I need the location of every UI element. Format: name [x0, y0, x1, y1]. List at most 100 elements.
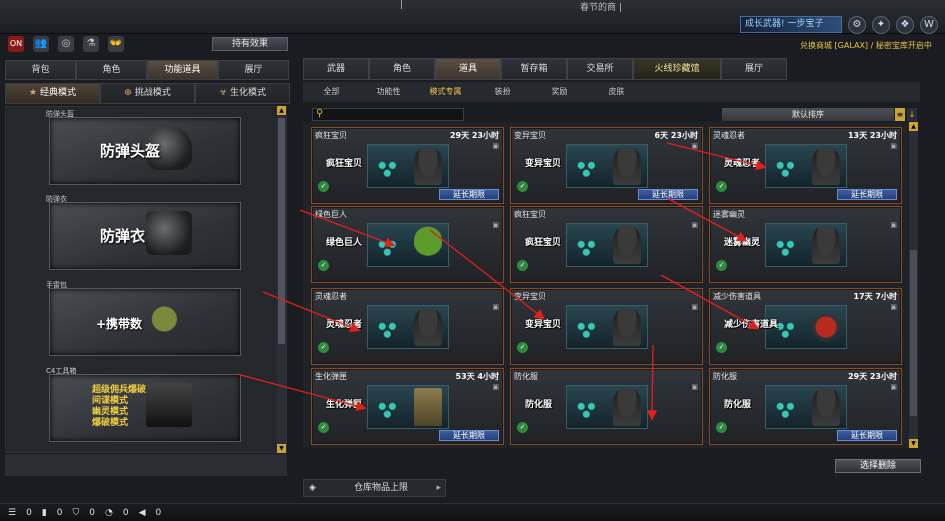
- chat-icon[interactable]: ◔: [105, 508, 113, 518]
- scroll-up-icon[interactable]: ▲: [909, 122, 918, 131]
- item-card[interactable]: 绿色巨人 ▣ 绿色巨人 ✓: [311, 206, 504, 283]
- equipped-check-icon[interactable]: ✓: [517, 342, 528, 353]
- settings-icon[interactable]: ⚙: [848, 16, 866, 34]
- character-icon: [613, 226, 641, 264]
- top-ticker-left: |: [400, 0, 404, 10]
- hands-icon[interactable]: 👐: [108, 36, 124, 52]
- target-icon[interactable]: ◎: [58, 36, 74, 52]
- category-card[interactable]: 防弹头盔: [49, 117, 241, 185]
- item-name: 变异宝贝: [514, 131, 546, 140]
- equipped-check-icon[interactable]: ✓: [716, 181, 727, 192]
- lock-icon: ▣: [691, 383, 698, 391]
- item-card[interactable]: 减少伤害道具 17天 7小时 ▣ 减少伤害道具 ✓: [709, 288, 902, 365]
- star-icon[interactable]: ✦: [872, 16, 890, 34]
- vest-icon: [146, 211, 192, 255]
- tab-backpack[interactable]: 背包: [5, 60, 76, 80]
- sort-order-icon[interactable]: ↓: [907, 108, 917, 121]
- potion-icon[interactable]: ⚗: [83, 36, 99, 52]
- grid-scrollbar[interactable]: ▲ ▼: [909, 122, 918, 448]
- tab-items[interactable]: 道具: [435, 58, 501, 80]
- tab-classic-mode[interactable]: ★ 经典模式: [5, 83, 100, 104]
- equipped-check-icon[interactable]: ✓: [517, 181, 528, 192]
- growth-weapon-badge[interactable]: 成长武器! 一步宝子: [740, 16, 842, 33]
- equipped-check-icon[interactable]: ✓: [318, 422, 329, 433]
- subtab-dressup[interactable]: 装扮: [474, 82, 531, 102]
- item-artwork: [566, 223, 648, 267]
- search-input[interactable]: ⚲: [312, 108, 464, 121]
- lock-icon: ▣: [492, 383, 499, 391]
- c4-mode-line: 幽灵模式: [92, 407, 129, 417]
- character-icon: [414, 388, 442, 426]
- tab-character[interactable]: 角色: [76, 60, 147, 80]
- item-artwork: [765, 385, 847, 429]
- scroll-thumb[interactable]: [278, 118, 285, 344]
- tab-exchange[interactable]: 交易所: [567, 58, 633, 80]
- equipped-check-icon[interactable]: ✓: [517, 260, 528, 271]
- storage-limit-bar[interactable]: ◈ 仓库物品上限 ▸: [303, 479, 446, 497]
- category-card[interactable]: +携带数: [49, 288, 241, 356]
- team-icon[interactable]: 👥: [33, 36, 49, 52]
- item-card[interactable]: 迷雾幽灵 ▣ 迷雾幽灵 ✓: [709, 206, 902, 283]
- item-card[interactable]: 变异宝贝 6天 23小时 ▣ 变异宝贝 ✓ 延长期限: [510, 127, 703, 204]
- tab-challenge-mode[interactable]: ⊕ 挑战模式: [100, 83, 195, 104]
- equipped-check-icon[interactable]: ✓: [318, 260, 329, 271]
- category-card[interactable]: 超级佣兵爆破 间谍模式 幽灵模式 爆破模式: [49, 374, 241, 442]
- tab-showroom[interactable]: 展厅: [218, 60, 289, 80]
- extend-button[interactable]: 延长期限: [439, 189, 499, 200]
- scroll-down-icon[interactable]: ▼: [909, 439, 918, 448]
- equipped-check-icon[interactable]: ✓: [716, 260, 727, 271]
- hex-pattern-icon: [770, 396, 804, 422]
- extend-button[interactable]: 延长期限: [439, 430, 499, 441]
- subtab-skins[interactable]: 皮肤: [588, 82, 645, 102]
- tab-function-items[interactable]: 功能道具: [147, 60, 218, 80]
- item-card[interactable]: 灵魂忍者 ▣ 灵魂忍者 ✓: [311, 288, 504, 365]
- category-title: +携带数: [96, 317, 143, 331]
- subtab-mode-exclusive[interactable]: 模式专属: [417, 82, 474, 102]
- tab-weapons[interactable]: 武器: [303, 58, 369, 80]
- item-card[interactable]: 生化弹匣 53天 4小时 ▣ 生化弹匣 ✓ 延长期限: [311, 368, 504, 445]
- subtab-functional[interactable]: 功能性: [360, 82, 417, 102]
- tab-biohazard-mode[interactable]: ☣ 生化模式: [195, 83, 290, 104]
- left-scrollbar[interactable]: ▲ ▼: [277, 106, 286, 453]
- equipped-check-icon[interactable]: ✓: [716, 342, 727, 353]
- scroll-up-icon[interactable]: ▲: [277, 106, 286, 115]
- category-title: 防弹衣: [100, 227, 146, 245]
- logo-w-icon[interactable]: W: [920, 16, 938, 34]
- extend-button[interactable]: 延长期限: [837, 430, 897, 441]
- top-icon-row: ON 👥 ◎ ⚗ 👐: [8, 36, 124, 52]
- item-card[interactable]: 疯狂宝贝 ▣ 疯狂宝贝 ✓: [510, 206, 703, 283]
- sort-dropdown[interactable]: 默认排序: [722, 108, 894, 121]
- menu-icon[interactable]: ☰: [8, 508, 16, 518]
- on-toggle-icon[interactable]: ON: [8, 36, 24, 52]
- category-card[interactable]: 防弹衣: [49, 202, 241, 270]
- equipped-check-icon[interactable]: ✓: [517, 422, 528, 433]
- item-card[interactable]: 变异宝贝 ▣ 变异宝贝 ✓: [510, 288, 703, 365]
- character-icon: [812, 147, 840, 185]
- equipped-check-icon[interactable]: ✓: [318, 181, 329, 192]
- list-view-icon[interactable]: ≡: [895, 108, 905, 121]
- item-card[interactable]: 灵魂忍者 13天 23小时 ▣ 灵魂忍者 ✓ 延长期限: [709, 127, 902, 204]
- subtab-rewards[interactable]: 奖励: [531, 82, 588, 102]
- promo-note[interactable]: 兑换商城 [GALAX] / 秘密宝库开启中: [800, 40, 932, 51]
- tab-collection-hall[interactable]: 火线珍藏馆: [633, 58, 721, 80]
- scroll-down-icon[interactable]: ▼: [277, 444, 286, 453]
- volume-icon[interactable]: ◀: [139, 508, 146, 518]
- equipped-check-icon[interactable]: ✓: [716, 422, 727, 433]
- tab-storage-box[interactable]: 暂存箱: [501, 58, 567, 80]
- lock-icon: ▣: [890, 221, 897, 229]
- item-card[interactable]: 防化服 29天 23小时 ▣ 防化服 ✓ 延长期限: [709, 368, 902, 445]
- tab-characters[interactable]: 角色: [369, 58, 435, 80]
- extend-button[interactable]: 延长期限: [837, 189, 897, 200]
- tab-exhibit[interactable]: 展厅: [721, 58, 787, 80]
- item-name: 变异宝贝: [514, 292, 546, 301]
- subtab-all[interactable]: 全部: [303, 82, 360, 102]
- emblem-icon[interactable]: ❖: [896, 16, 914, 34]
- item-duration: 17天 7小时: [853, 292, 897, 301]
- scroll-thumb[interactable]: [910, 250, 917, 416]
- extend-button[interactable]: 延长期限: [638, 189, 698, 200]
- select-delete-button[interactable]: 选择删除: [835, 459, 921, 473]
- equipped-check-icon[interactable]: ✓: [318, 342, 329, 353]
- item-card[interactable]: 防化服 ▣ 防化服 ✓: [510, 368, 703, 445]
- item-card[interactable]: 疯狂宝贝 29天 23小时 ▣ 疯狂宝贝 ✓ 延长期限: [311, 127, 504, 204]
- held-effect-button[interactable]: 持有效果: [212, 37, 288, 51]
